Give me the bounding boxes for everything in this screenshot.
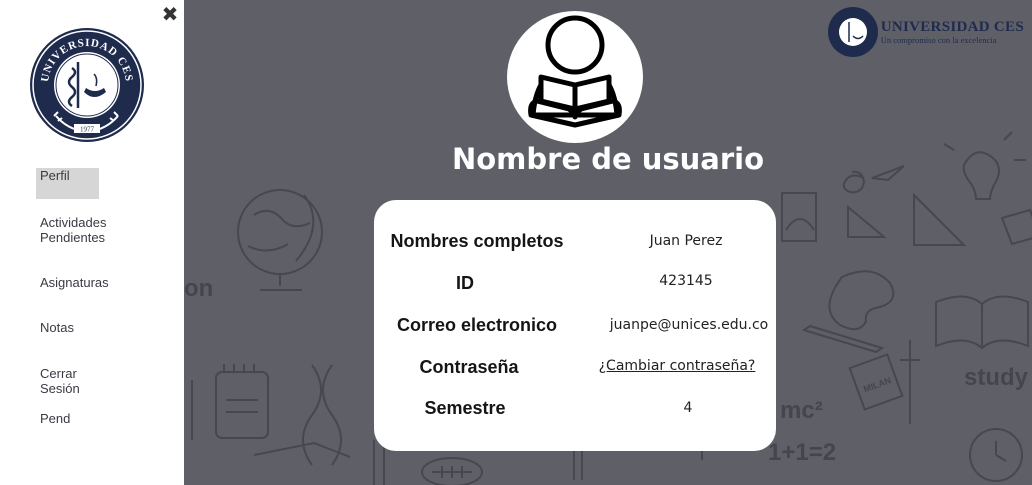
value-semester: 4 <box>683 400 693 416</box>
value-id: 423145 <box>659 273 713 289</box>
profile-card: Nombres completos Juan Perez ID 423145 C… <box>374 200 776 451</box>
page-title: Nombre de usuario <box>451 142 765 176</box>
university-seal-icon: UNIVERSIDAD CES 1977 <box>30 28 144 142</box>
label-id: ID <box>456 273 474 293</box>
sidebar: ✖ UNIVERSIDAD CES 1977 Perfil Actividade… <box>0 0 184 485</box>
change-password-link[interactable]: ¿Cambiar contraseña? <box>592 358 762 374</box>
label-password: Contraseña <box>419 357 519 377</box>
sidebar-item-actividades-pendientes[interactable]: Actividades Pendientes <box>40 215 140 245</box>
bg-word-on: on <box>184 275 213 302</box>
brand-tagline: Un compromiso con la excelencia <box>880 35 997 45</box>
label-full-name: Nombres completos <box>390 231 564 251</box>
brand-seal-icon <box>827 7 878 57</box>
sidebar-item-pend[interactable]: Pend <box>40 411 70 426</box>
value-full-name: Juan Perez <box>649 233 723 249</box>
bg-word-milan: MILAN <box>862 375 892 394</box>
label-email: Correo electronico <box>396 315 558 335</box>
close-icon[interactable]: ✖ <box>160 4 180 24</box>
value-email: juanpe@unices.edu.co <box>609 317 769 333</box>
user-reading-icon <box>528 15 622 128</box>
sidebar-item-cerrar-sesion[interactable]: Cerrar Sesión <box>40 366 80 396</box>
sidebar-item-asignaturas[interactable]: Asignaturas <box>40 275 109 290</box>
bg-word-equation: 1+1=2 <box>768 439 836 466</box>
sidebar-item-notas[interactable]: Notas <box>40 320 74 335</box>
bg-word-mc2: mc² <box>780 397 823 424</box>
avatar <box>507 11 643 143</box>
brand-name: UNIVERSIDAD CES <box>880 19 1024 35</box>
sidebar-item-perfil[interactable]: Perfil <box>36 168 99 199</box>
label-semester: Semestre <box>424 398 506 418</box>
brand-logo: UNIVERSIDAD CES Un compromiso con la exc… <box>827 6 1024 58</box>
seal-year: 1977 <box>80 126 95 134</box>
bg-word-study: study <box>964 364 1029 391</box>
